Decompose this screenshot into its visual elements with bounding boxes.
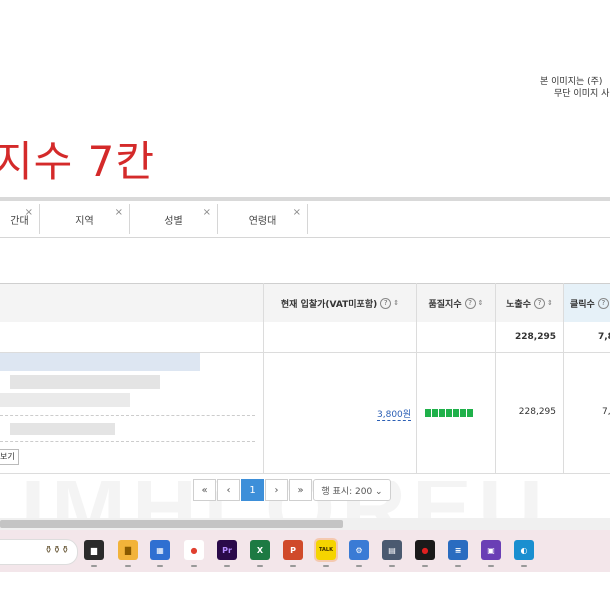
tab-region[interactable]: 지역 × (40, 204, 130, 234)
notice-line: 본 이미지는 (주) (540, 77, 603, 87)
record-icon[interactable]: ● (415, 540, 435, 560)
data-table: 현재 입찰가(VAT미포함) ? ⇕ 품질지수 ? ⇕ 노출수 ? ⇕ 클릭수 … (0, 283, 610, 476)
header-label: 클릭수 (570, 299, 595, 310)
close-icon[interactable]: × (293, 207, 301, 218)
help-icon[interactable]: ? (597, 297, 609, 309)
summary-impressions: 228,295 (515, 332, 556, 342)
blurred-text (10, 423, 115, 435)
blurred-text (0, 353, 200, 371)
running-indicator (455, 565, 461, 567)
help-icon[interactable]: ? (464, 297, 476, 309)
column-header-clicks[interactable]: 클릭수 ? ⇕ (564, 284, 610, 322)
chrome-icon[interactable]: ● (184, 540, 204, 560)
task-view-icon[interactable]: ▆ (84, 540, 104, 560)
close-icon[interactable]: × (203, 207, 211, 218)
sns-app-icon[interactable]: ▣ (481, 540, 501, 560)
divider (495, 283, 496, 473)
sort-icon[interactable]: ⇕ (547, 299, 553, 307)
table-header-row: 현재 입찰가(VAT미포함) ? ⇕ 품질지수 ? ⇕ 노출수 ? ⇕ 클릭수 … (0, 283, 610, 323)
running-indicator (91, 565, 97, 567)
kakaotalk-icon[interactable]: TALK (314, 538, 338, 562)
divider (0, 415, 255, 416)
powerpoint-icon[interactable]: P (283, 540, 303, 560)
close-icon[interactable]: × (25, 207, 33, 218)
quality-segment (467, 409, 473, 417)
calculator-icon[interactable]: ▤ (382, 540, 402, 560)
scrollbar-thumb[interactable] (0, 520, 343, 528)
running-indicator (521, 565, 527, 567)
edge-icon[interactable]: ◐ (514, 540, 534, 560)
network-tool-icon[interactable]: ⚙ (349, 540, 369, 560)
blurred-text (10, 375, 160, 389)
copyright-notice: 본 이미지는 (주) 무단 이미지 사 (540, 76, 609, 100)
running-indicator (488, 565, 494, 567)
running-indicator (157, 565, 163, 567)
divider (0, 237, 610, 238)
premiere-pro-icon[interactable]: Pr (217, 540, 237, 560)
quality-segment (453, 409, 459, 417)
tab-label: 연령대 (248, 215, 277, 227)
next-page-button[interactable]: › (265, 479, 288, 501)
bid-value[interactable]: 3,800원 (377, 407, 412, 421)
excel-icon[interactable]: X (250, 540, 270, 560)
impressions-value: 228,295 (518, 407, 556, 417)
notice-line: 무단 이미지 사 (554, 89, 610, 99)
widget-icon[interactable]: ⚱⚱⚱ (40, 540, 74, 560)
view-button[interactable]: 보기 (0, 449, 19, 465)
page-1-button[interactable]: 1 (241, 479, 264, 501)
divider (0, 441, 255, 442)
help-icon[interactable]: ? (533, 297, 545, 309)
header-label: 품질지수 (428, 299, 462, 310)
column-header-impressions[interactable]: 노출수 ? ⇕ (496, 284, 563, 322)
last-page-button[interactable]: » (289, 479, 312, 501)
quality-index-bar (425, 409, 474, 417)
table-row: 보기 3,800원 228,295 7, (0, 353, 610, 474)
tab-age[interactable]: 연령대 × (218, 204, 308, 234)
tab-label: 성별 (164, 215, 183, 227)
sort-icon[interactable]: ⇕ (393, 299, 399, 307)
close-icon[interactable]: × (115, 207, 123, 218)
quality-segment (432, 409, 438, 417)
running-indicator (125, 565, 131, 567)
microsoft-store-icon[interactable]: ▦ (150, 540, 170, 560)
quality-segment (425, 409, 431, 417)
running-indicator (356, 565, 362, 567)
header-label: 노출수 (506, 299, 531, 310)
running-indicator (257, 565, 263, 567)
prev-page-button[interactable]: ‹ (217, 479, 240, 501)
file-explorer-icon[interactable]: ▇ (118, 540, 138, 560)
tab-gender[interactable]: 성별 × (130, 204, 218, 234)
tab-label: 지역 (75, 215, 94, 227)
quality-segment (446, 409, 452, 417)
blurred-text (0, 393, 130, 407)
quality-segment (460, 409, 466, 417)
column-header-bid[interactable]: 현재 입찰가(VAT미포함) ? ⇕ (264, 284, 416, 322)
summary-row: 228,295 7,8 (0, 322, 610, 353)
sort-icon[interactable]: ⇕ (478, 299, 484, 307)
rows-per-page-select[interactable]: 행 표시: 200 ⌄ (313, 479, 391, 501)
running-indicator (422, 565, 428, 567)
running-indicator (290, 565, 296, 567)
quality-segment (439, 409, 445, 417)
clicks-value: 7, (602, 407, 610, 417)
divider (263, 283, 264, 473)
summary-clicks: 7,8 (598, 332, 610, 342)
running-indicator (389, 565, 395, 567)
pagination: « ‹ 1 › » (193, 479, 313, 501)
column-header-quality[interactable]: 품질지수 ? ⇕ (417, 284, 495, 322)
running-indicator (323, 565, 329, 567)
report-panel: 간대 × 지역 × 성별 × 연령대 × 현재 입찰가(VAT미포함) ? ⇕ … (0, 197, 610, 481)
filter-tabs: 간대 × 지역 × 성별 × 연령대 × (0, 204, 308, 234)
page-title: 지수 7칸 (0, 137, 155, 186)
running-indicator (191, 565, 197, 567)
tab-time[interactable]: 간대 × (0, 204, 40, 234)
divider (416, 283, 417, 473)
notepad-icon[interactable]: ≡ (448, 540, 468, 560)
header-label: 현재 입찰가(VAT미포함) (280, 299, 378, 310)
first-page-button[interactable]: « (193, 479, 216, 501)
running-indicator (224, 565, 230, 567)
divider (563, 283, 564, 473)
help-icon[interactable]: ? (380, 297, 392, 309)
